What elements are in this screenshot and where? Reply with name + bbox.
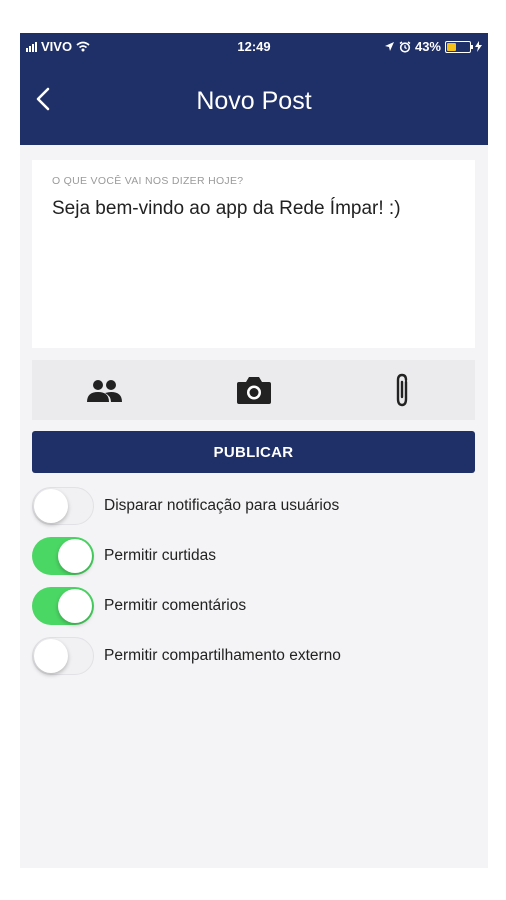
app-screen: VIVO 12:49 43% Novo Post O QUE VOCÊ VAI <box>20 33 488 868</box>
post-text-input[interactable]: Seja bem-vindo ao app da Rede Ímpar! :) <box>52 198 401 220</box>
toggle-knob <box>34 639 68 673</box>
battery-icon <box>445 40 473 53</box>
toggle-knob <box>58 589 92 623</box>
attachment-toolbar <box>32 360 475 420</box>
page-title: Novo Post <box>196 87 312 115</box>
alarm-icon <box>399 40 411 53</box>
people-icon[interactable] <box>84 370 124 410</box>
option-label: Permitir curtidas <box>104 547 216 564</box>
option-notify-users: Disparar notificação para usuários <box>32 486 472 526</box>
allow-external-sharing-toggle[interactable] <box>32 637 94 675</box>
publish-button[interactable]: PUBLICAR <box>32 431 475 473</box>
allow-likes-toggle[interactable] <box>32 537 94 575</box>
toggle-knob <box>34 489 68 523</box>
option-label: Disparar notificação para usuários <box>104 497 340 514</box>
composer-prompt: O QUE VOCÊ VAI NOS DIZER HOJE? <box>52 175 244 187</box>
option-allow-likes: Permitir curtidas <box>32 536 472 576</box>
charging-icon <box>475 41 482 52</box>
status-right: 43% <box>384 39 482 54</box>
paperclip-icon[interactable] <box>382 370 422 410</box>
location-arrow-icon <box>384 42 394 51</box>
option-label: Permitir comentários <box>104 597 247 614</box>
option-allow-comments: Permitir comentários <box>32 586 472 626</box>
header-bar: VIVO 12:49 43% Novo Post <box>20 33 488 145</box>
notify-users-toggle[interactable] <box>32 487 94 525</box>
battery-fill <box>447 42 456 51</box>
allow-comments-toggle[interactable] <box>32 587 94 625</box>
battery-percent: 43% <box>414 39 441 54</box>
camera-icon[interactable] <box>234 370 274 410</box>
option-label: Permitir compartilhamento externo <box>104 647 341 664</box>
toggle-knob <box>58 539 92 573</box>
post-composer[interactable]: O QUE VOCÊ VAI NOS DIZER HOJE? Seja bem-… <box>32 160 475 348</box>
option-allow-external-sharing: Permitir compartilhamento externo <box>32 636 472 676</box>
